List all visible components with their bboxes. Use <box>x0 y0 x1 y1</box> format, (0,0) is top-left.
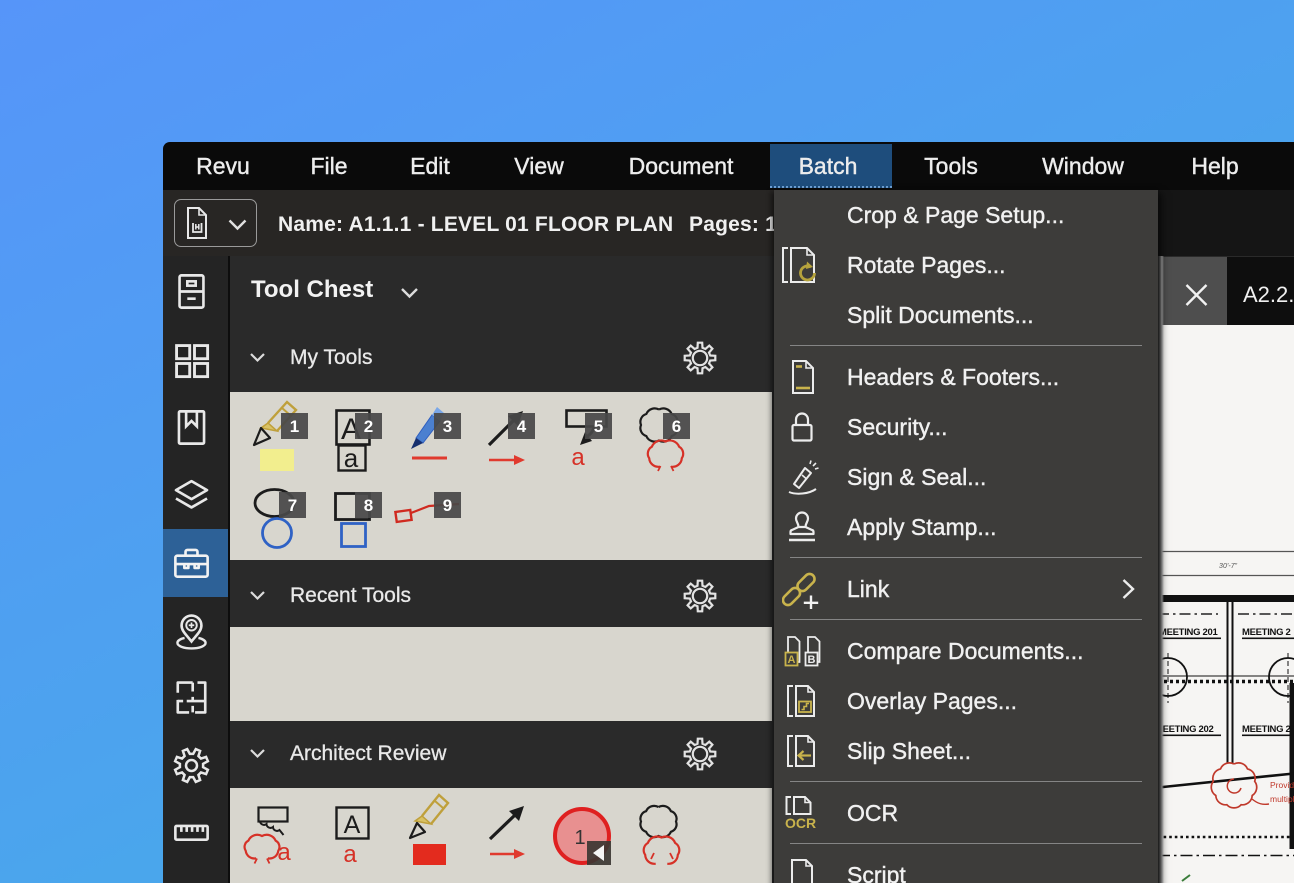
svg-text:3: 3 <box>443 417 452 436</box>
svg-text:a: a <box>343 841 357 868</box>
svg-text:30’-7”: 30’-7” <box>1219 563 1238 570</box>
svg-text:OCR: OCR <box>785 815 816 831</box>
svg-text:MEETING 2: MEETING 2 <box>1242 627 1291 638</box>
svg-text:1: 1 <box>290 417 299 436</box>
svg-text:5: 5 <box>594 417 603 436</box>
svg-text:8: 8 <box>364 496 373 515</box>
svg-text:a: a <box>277 839 291 866</box>
svg-text:7: 7 <box>288 496 297 515</box>
svg-text:2: 2 <box>364 417 373 436</box>
svg-text:MEETING 202: MEETING 202 <box>1158 724 1213 735</box>
svg-text:A: A <box>344 811 361 839</box>
svg-text:6: 6 <box>672 417 681 436</box>
svg-text:A: A <box>788 654 796 666</box>
svg-text:a: a <box>344 443 359 473</box>
svg-text:Provide: Provide <box>1270 780 1294 790</box>
svg-text:MEETING 201: MEETING 201 <box>1159 627 1218 638</box>
svg-text:4: 4 <box>517 417 527 436</box>
svg-text:a: a <box>571 444 585 471</box>
svg-text:1: 1 <box>574 827 585 849</box>
svg-text:MEETING 2: MEETING 2 <box>1242 724 1291 735</box>
svg-text:B: B <box>808 654 816 666</box>
svg-text:9: 9 <box>443 496 452 515</box>
svg-text:multiple: multiple <box>1270 794 1294 804</box>
